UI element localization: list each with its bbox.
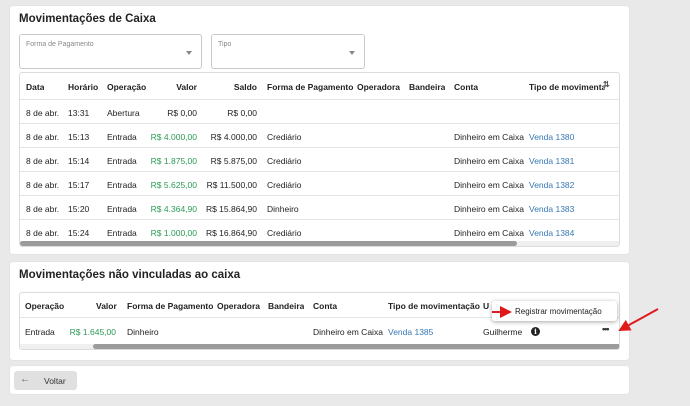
back-button-label: Voltar <box>44 376 66 386</box>
arrow-to-more-icon <box>618 308 659 331</box>
back-button[interactable]: ← Voltar <box>14 371 77 390</box>
arrow-left-icon: ← <box>20 374 30 385</box>
footer-card: ← Voltar <box>10 366 629 394</box>
annotation-arrows <box>492 306 659 331</box>
